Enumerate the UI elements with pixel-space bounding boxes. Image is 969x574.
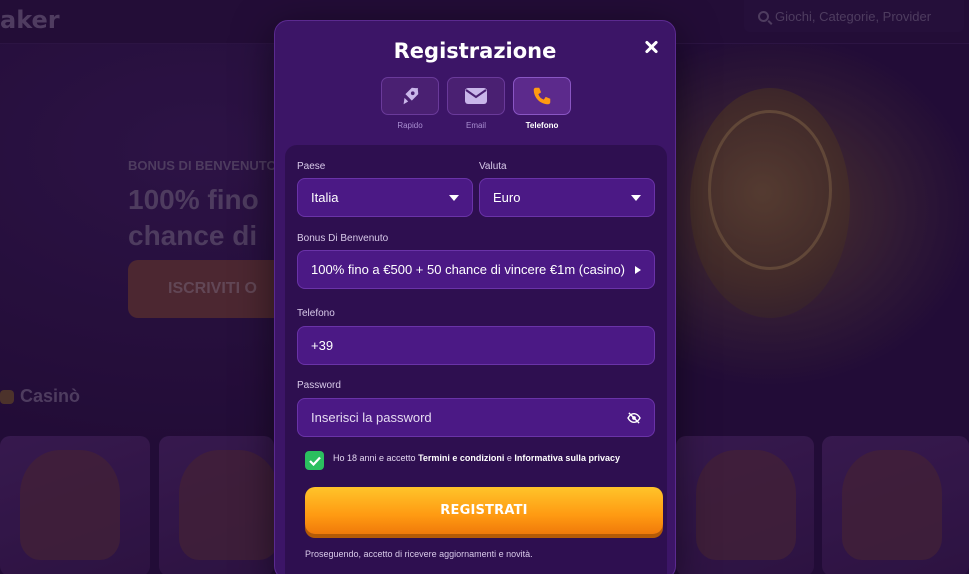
currency-select[interactable]: Euro <box>479 178 655 217</box>
rocket-icon <box>403 87 419 105</box>
chevron-down-icon <box>631 194 641 201</box>
phone-field[interactable] <box>297 326 655 365</box>
terms-prefix: Ho 18 anni e accetto <box>333 453 419 463</box>
phone-icon <box>533 87 551 105</box>
eye-slash-icon[interactable] <box>627 411 641 424</box>
chevron-right-icon <box>635 265 641 274</box>
registration-method-tabs: Rapido Email Telefono <box>381 77 571 130</box>
terms-checkbox[interactable] <box>305 451 324 470</box>
phone-label: Telefono <box>297 308 335 319</box>
registration-modal: Registrazione Rapido Email Telefono Paes… <box>274 20 676 574</box>
terms-middle: e <box>504 453 515 463</box>
mail-icon <box>465 88 487 104</box>
country-label: Paese <box>297 161 326 172</box>
tab-telefono[interactable]: Telefono <box>513 77 571 130</box>
tab-email[interactable]: Email <box>447 77 505 130</box>
tab-rapido[interactable]: Rapido <box>381 77 439 130</box>
check-icon <box>308 456 321 466</box>
chevron-down-icon <box>449 194 459 201</box>
tab-telefono-label: Telefono <box>525 121 559 130</box>
bonus-value: 100% fino a €500 + 50 chance di vincere … <box>311 262 625 277</box>
modal-title: Registrazione <box>393 39 557 63</box>
tab-rapido-label: Rapido <box>397 121 423 130</box>
phone-input[interactable] <box>311 338 641 353</box>
terms-text: Ho 18 anni e accetto Termini e condizion… <box>333 453 620 463</box>
country-select[interactable]: Italia <box>297 178 473 217</box>
currency-value: Euro <box>493 190 521 205</box>
register-button[interactable]: REGISTRATI <box>305 487 663 534</box>
privacy-link[interactable]: Informativa sulla privacy <box>514 453 620 463</box>
tab-email-label: Email <box>465 121 486 130</box>
password-label: Password <box>297 380 341 391</box>
password-field[interactable] <box>297 398 655 437</box>
close-icon[interactable] <box>643 39 661 57</box>
country-value: Italia <box>311 190 339 205</box>
bonus-label: Bonus Di Benvenuto <box>297 233 389 244</box>
currency-label: Valuta <box>479 161 507 172</box>
registration-form: Paese Italia Valuta Euro Bonus Di Benven… <box>285 145 667 574</box>
terms-link[interactable]: Termini e condizioni <box>418 453 504 463</box>
consent-footnote: Proseguendo, accetto di ricevere aggiorn… <box>305 549 533 559</box>
password-input[interactable] <box>311 410 627 425</box>
bonus-select[interactable]: 100% fino a €500 + 50 chance di vincere … <box>297 250 655 289</box>
